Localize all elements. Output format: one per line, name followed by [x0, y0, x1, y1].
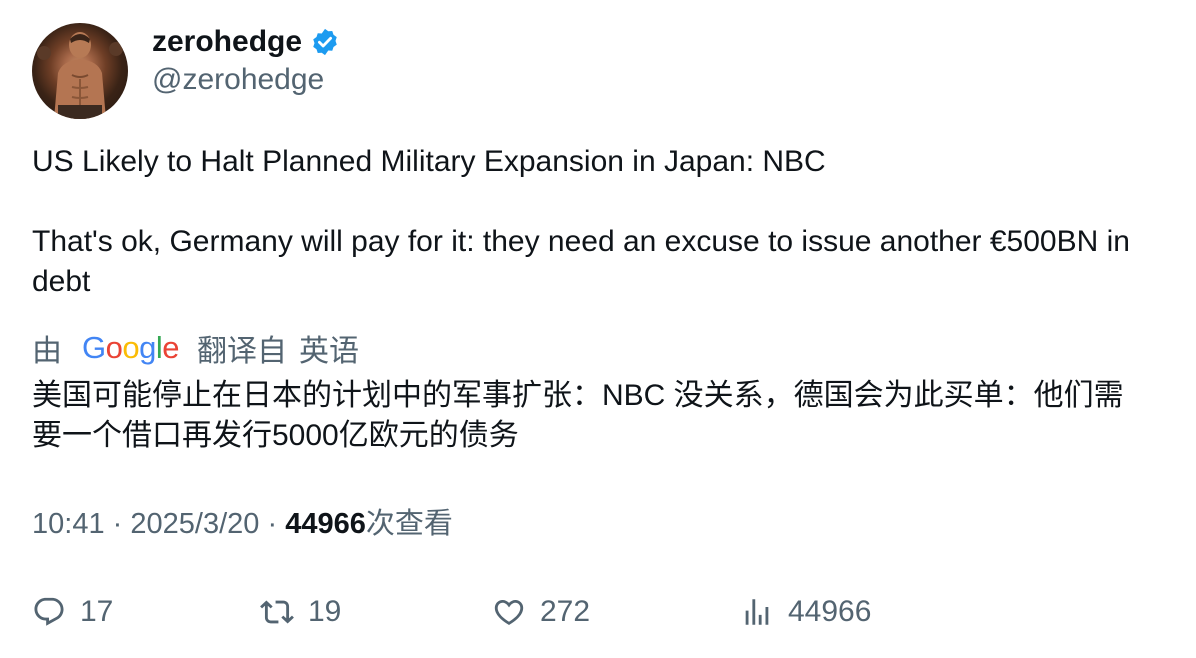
source-language: 英语 [299, 335, 360, 368]
views-count: 44966 [285, 508, 366, 540]
google-letter: e [162, 330, 180, 365]
retweet-count: 19 [308, 595, 342, 628]
like-count: 272 [540, 595, 591, 628]
action-bar: 17 19 272 44966 [32, 590, 1162, 634]
google-letter: G [82, 330, 106, 365]
like-button[interactable]: 272 [492, 590, 590, 634]
tweet-text-line-2: That's ok, Germany will pay for it: they… [32, 225, 1130, 298]
views-action-count: 44966 [788, 595, 872, 628]
google-logo[interactable]: Google [82, 330, 180, 366]
meta-separator: · [267, 508, 278, 540]
reply-button[interactable]: 17 [32, 590, 113, 634]
google-letter: o [105, 330, 123, 365]
tweet-time[interactable]: 10:41 [32, 508, 105, 540]
tweet-date[interactable]: 2025/3/20 [130, 508, 259, 540]
avatar[interactable] [32, 23, 128, 119]
meta-separator: · [112, 508, 123, 540]
tweet-header: zerohedge @zerohedge [32, 23, 632, 123]
verified-badge-icon[interactable] [310, 27, 340, 57]
translated-text: 美国可能停止在日本的计划中的军事扩张：NBC 没关系，德国会为此买单：他们需要一… [32, 379, 1124, 452]
display-name[interactable]: zerohedge [152, 23, 302, 61]
retweet-icon [260, 600, 294, 624]
tweet-text-line-1: US Likely to Halt Planned Military Expan… [32, 145, 826, 178]
avatar-image [37, 32, 123, 119]
views-label: 次查看 [365, 508, 453, 540]
translation-attribution: 由 Google 翻译自 英语 [32, 328, 359, 368]
reply-icon [34, 597, 64, 626]
views-icon [745, 599, 769, 625]
retweet-button[interactable]: 19 [260, 590, 341, 634]
google-letter: o [122, 330, 140, 365]
user-handle[interactable]: @zerohedge [152, 60, 340, 100]
reply-count: 17 [80, 595, 114, 628]
display-name-row[interactable]: zerohedge [152, 23, 340, 61]
views-button[interactable]: 44966 [740, 590, 871, 634]
google-letter: g [139, 330, 156, 365]
like-icon [494, 599, 524, 625]
tweet-meta: 10:41 · 2025/3/20 · 44966次查看 [32, 504, 453, 544]
translated-by-label: 由 [32, 335, 62, 368]
user-names: zerohedge @zerohedge [152, 23, 340, 100]
tweet-body: US Likely to Halt Planned Military Expan… [32, 142, 1152, 302]
translated-from-label: 翻译自 [197, 335, 288, 368]
